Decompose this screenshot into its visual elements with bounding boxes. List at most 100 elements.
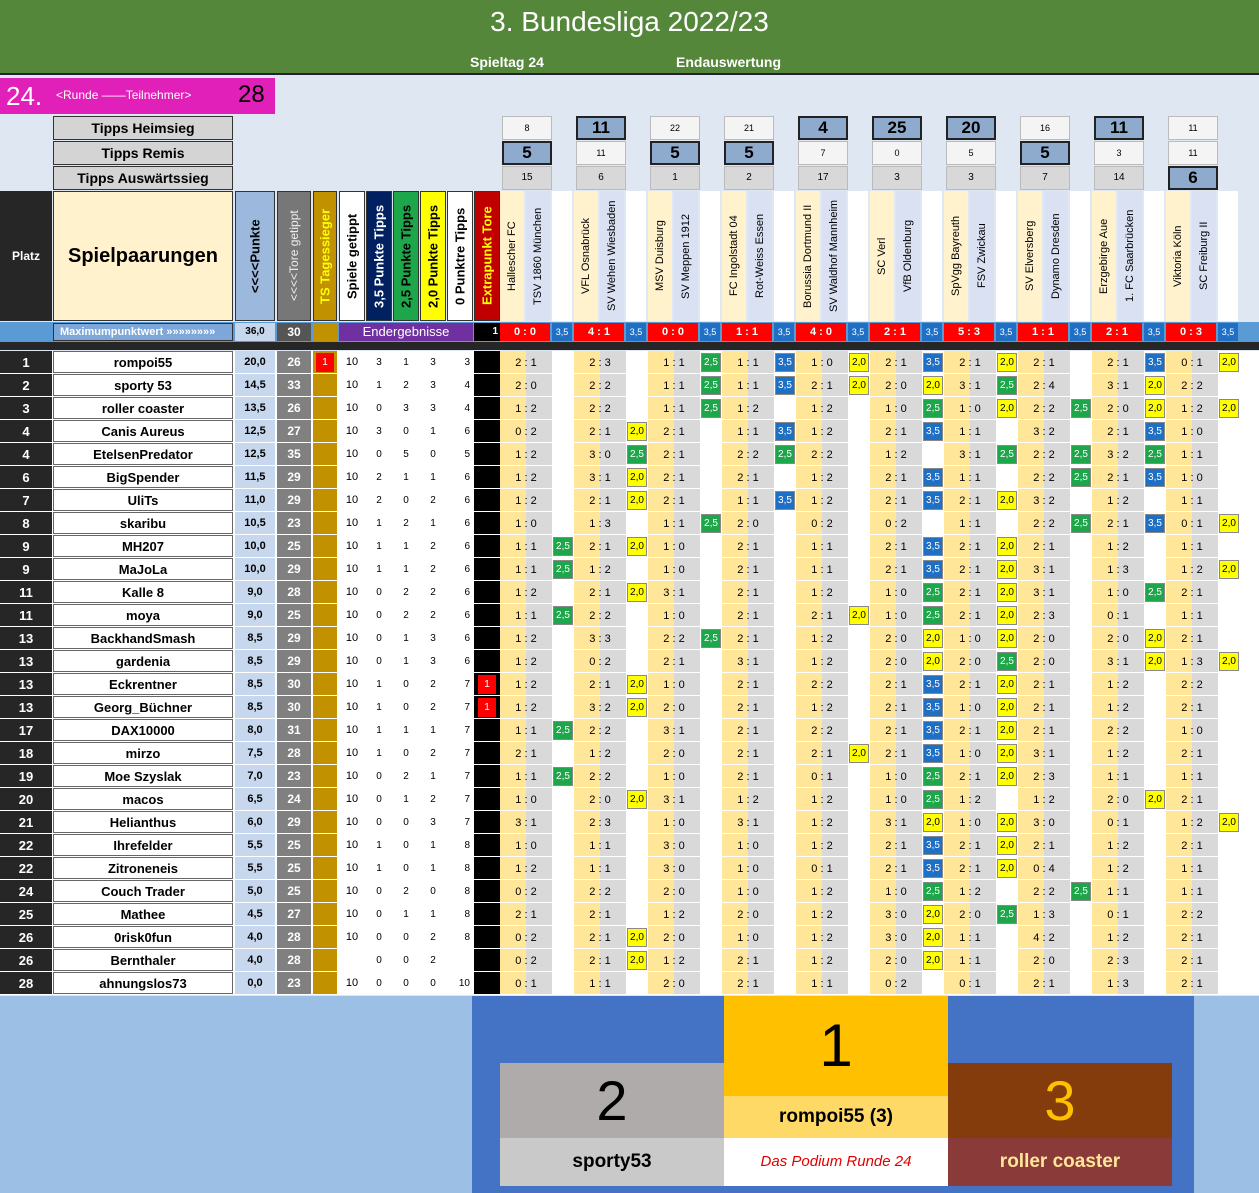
- tip-points: 2,0: [923, 376, 943, 395]
- tip-score: 2 : 1: [885, 747, 907, 760]
- tip-score: 2 : 1: [1107, 517, 1129, 530]
- p0-count: 8: [464, 908, 470, 920]
- tip-points: 2,0: [997, 560, 1017, 579]
- player-tore: 26: [277, 351, 311, 373]
- tip-points: 2,0: [923, 629, 943, 648]
- tip-score: 0 : 1: [811, 770, 833, 783]
- rank: 18: [0, 742, 52, 764]
- p25-count: 0: [403, 701, 409, 713]
- runde-label: <Runde ——Teilnehmer>: [56, 88, 192, 102]
- p25-count: 0: [403, 816, 409, 828]
- tip-score: 2 : 1: [663, 494, 685, 507]
- player-points: 6,0: [235, 811, 275, 833]
- tip-count-r-3: 5: [650, 141, 700, 165]
- p0-count: 6: [464, 425, 470, 437]
- match-home-team: Erzgebirge Aue: [1092, 191, 1116, 321]
- tip-score: 2 : 1: [885, 563, 907, 576]
- spiele-count: 10: [345, 839, 359, 851]
- rank: 22: [0, 834, 52, 856]
- col-spielpaarungen: Spielpaarungen: [53, 191, 233, 321]
- player-name: Couch Trader: [53, 880, 233, 902]
- spiele-count: 10: [345, 448, 359, 460]
- tip-score: 2 : 1: [885, 540, 907, 553]
- extra-cell: [474, 719, 500, 741]
- tip-score: 2 : 0: [885, 379, 907, 392]
- tip-score: 2 : 4: [1033, 379, 1055, 392]
- tip-score: 1 : 1: [1181, 885, 1203, 898]
- tip-score: 2 : 0: [737, 908, 759, 921]
- tip-points: 2,5: [553, 537, 573, 556]
- tip-score: 2 : 1: [885, 724, 907, 737]
- tip-score: 1 : 2: [811, 471, 833, 484]
- tip-score: 1 : 3: [1107, 563, 1129, 576]
- tip-score: 2 : 1: [737, 747, 759, 760]
- tip-score: 2 : 1: [737, 632, 759, 645]
- tip-score: 3 : 1: [1033, 586, 1055, 599]
- player-tore: 25: [277, 535, 311, 557]
- tip-points: 2,0: [997, 859, 1017, 878]
- rank: 21: [0, 811, 52, 833]
- tip-score: 2 : 2: [1033, 471, 1055, 484]
- tip-score: 2 : 1: [589, 586, 611, 599]
- tip-points: 3,5: [1145, 422, 1165, 441]
- player-name: 0risk0fun: [53, 926, 233, 948]
- player-tore: 33: [277, 374, 311, 396]
- match-max-points: 3,5: [922, 323, 942, 341]
- table-row: 20 macos 6,5 24 10 0 1 2 7 1 : 0 2 : 0 2,0 3 : 1 1 : …: [0, 788, 1259, 811]
- tip-score: 1 : 1: [737, 356, 759, 369]
- tip-count-a-9: 14: [1094, 166, 1144, 190]
- tip-points: 2,0: [1219, 514, 1239, 533]
- rank: 7: [0, 489, 52, 511]
- tip-count-h-6: 25: [872, 116, 922, 140]
- tip-score: 2 : 2: [1033, 517, 1055, 530]
- table-row: 28 ahnungslos73 0,0 23 10 0 0 0 10 0 : 1 1 : 1 2 : …: [0, 972, 1259, 995]
- tip-points: 2,0: [923, 951, 943, 970]
- tip-score: 2 : 1: [811, 609, 833, 622]
- tip-score: 1 : 2: [515, 586, 537, 599]
- player-points: 8,5: [235, 696, 275, 718]
- tip-points: 2,0: [923, 813, 943, 832]
- col-ts: TS Tagessieger: [313, 191, 337, 321]
- p35-count: 1: [376, 540, 382, 552]
- tip-points: 2,0: [1145, 652, 1165, 671]
- p35-count: 1: [376, 517, 382, 529]
- rank: 9: [0, 558, 52, 580]
- table-row: 17 DAX10000 8,0 31 10 1 1 1 7 1 : 1 2,5 2 : 23 : 12…: [0, 719, 1259, 742]
- tip-points: 2,0: [923, 652, 943, 671]
- col-platz: Platz: [0, 191, 52, 321]
- tip-points: 3,5: [923, 491, 943, 510]
- tip-score: 1 : 2: [959, 793, 981, 806]
- tip-points: 2,5: [701, 353, 721, 372]
- tip-score: 3 : 1: [589, 471, 611, 484]
- tip-score: 2 : 1: [589, 540, 611, 553]
- col-extra: Extrapunkt Tore: [474, 191, 500, 321]
- p0-count: 8: [464, 931, 470, 943]
- tip-score: 2 : 2: [1181, 379, 1203, 392]
- tip-count-h-4: 21: [724, 116, 774, 140]
- player-name: Kalle 8: [53, 581, 233, 603]
- player-name: BigSpender: [53, 466, 233, 488]
- spiele-count: 10: [345, 356, 359, 368]
- tip-score: 2 : 0: [1033, 954, 1055, 967]
- player-name: Canis Aureus: [53, 420, 233, 442]
- tip-score: 2 : 1: [515, 908, 537, 921]
- player-points: 10,0: [235, 558, 275, 580]
- tip-score: 2 : 0: [885, 632, 907, 645]
- tip-count-h-2: 11: [576, 116, 626, 140]
- tip-score: 2 : 1: [1181, 586, 1203, 599]
- max-tore: 30: [277, 323, 311, 341]
- tip-score: 2 : 1: [589, 678, 611, 691]
- match-result: 5 : 3: [944, 323, 994, 341]
- tip-points: 2,0: [997, 721, 1017, 740]
- spiele-count: 10: [345, 586, 359, 598]
- tip-score: 1 : 2: [663, 908, 685, 921]
- tip-score: 1 : 0: [663, 770, 685, 783]
- player-name: ahnungslos73: [53, 972, 233, 994]
- tip-points: 2,5: [923, 399, 943, 418]
- table-row: 3 roller coaster 13,5 26 10 0 3 3 4 1 : 22 : 21 :…: [0, 397, 1259, 420]
- p25-count: 0: [403, 931, 409, 943]
- auswertung-label: Endauswertung: [676, 54, 782, 70]
- tip-points: 3,5: [923, 675, 943, 694]
- p0-count: 3: [464, 356, 470, 368]
- player-points: 9,0: [235, 581, 275, 603]
